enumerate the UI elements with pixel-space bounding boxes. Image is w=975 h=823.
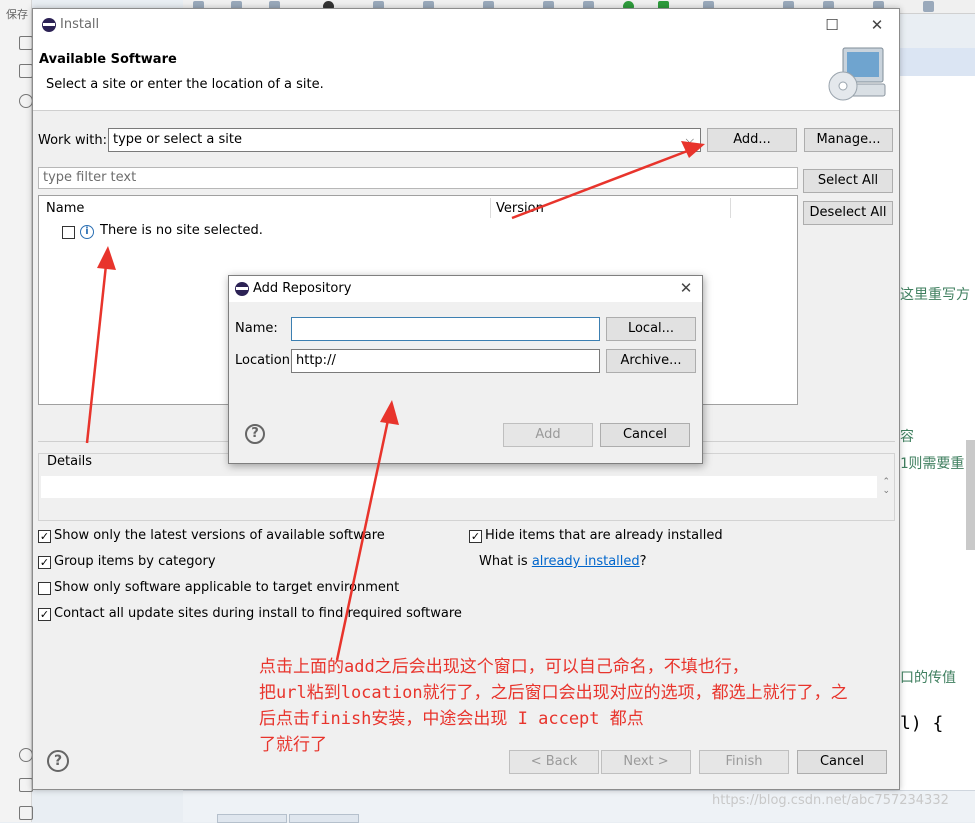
local-button[interactable]: Local... (606, 317, 696, 341)
option-checkbox-target-env[interactable] (38, 582, 51, 595)
ide-scrollbar[interactable] (966, 440, 975, 550)
maximize-icon[interactable]: ☐ (819, 13, 845, 37)
ide-target-icon[interactable] (19, 748, 33, 762)
empty-row-text: There is no site selected. (100, 223, 263, 238)
toolbar-icon[interactable] (923, 1, 934, 12)
column-header-name[interactable]: Name (46, 201, 84, 216)
option-label-hide-installed: Hide items that are already installed (485, 528, 723, 543)
install-title: Install (60, 17, 100, 32)
add-site-button[interactable]: Add... (707, 128, 797, 152)
code-line: 容 (900, 429, 914, 445)
editor-tab-strip (896, 48, 975, 76)
option-label-latest: Show only the latest versions of availab… (54, 528, 385, 543)
option-label-contact-sites: Contact all update sites during install … (54, 606, 462, 621)
eclipse-icon (42, 18, 56, 32)
column-header-version[interactable]: Version (496, 201, 544, 216)
banner-title: Available Software (39, 52, 177, 67)
filter-input[interactable]: type filter text (38, 167, 798, 189)
details-text (41, 476, 877, 498)
code-line: 这里重写方 (900, 287, 970, 303)
column-divider[interactable] (730, 198, 731, 218)
ide-panel-icon[interactable] (19, 64, 33, 78)
chevron-down-icon[interactable]: ⌵ (686, 129, 694, 151)
option-checkbox-group[interactable]: ✓ (38, 556, 51, 569)
add-repository-dialog: Add Repository ✕ Name: Local... Location… (228, 275, 703, 464)
archive-button[interactable]: Archive... (606, 349, 696, 373)
info-icon: i (80, 225, 94, 239)
row-checkbox[interactable] (62, 226, 75, 239)
install-software-icon (828, 47, 886, 101)
option-checkbox-hide-installed[interactable]: ✓ (469, 530, 482, 543)
already-installed-link[interactable]: already installed (532, 554, 640, 569)
annotation-line: 点击上面的add之后会出现这个窗口，可以自己命名，不填也行， (259, 657, 749, 677)
details-scroll-arrows[interactable]: ⌃ ⌄ (882, 478, 890, 496)
install-banner: Available Software Select a site or ente… (33, 41, 899, 111)
repo-location-label: Location: (235, 353, 295, 368)
option-checkbox-latest[interactable]: ✓ (38, 530, 51, 543)
select-all-button[interactable]: Select All (803, 169, 893, 193)
ide-save-label: 保存 (6, 8, 28, 21)
watermark: https://blog.csdn.net/abc757234332 (712, 793, 949, 808)
close-icon[interactable]: ✕ (673, 276, 699, 300)
column-divider[interactable] (490, 198, 491, 218)
option-label-target-env: Show only software applicable to target … (54, 580, 400, 595)
close-icon[interactable]: ✕ (864, 13, 890, 37)
ide-view-icon[interactable] (19, 36, 33, 50)
work-with-label: Work with: (38, 133, 108, 148)
annotation-line: 了就行了 (259, 735, 327, 755)
repo-name-input[interactable] (291, 317, 600, 341)
repo-add-button[interactable]: Add (503, 423, 593, 447)
annotation-note: 点击上面的add之后会出现这个窗口，可以自己命名，不填也行， 把url粘到loc… (259, 654, 971, 758)
help-icon[interactable]: ? (47, 750, 69, 772)
option-label-group: Group items by category (54, 554, 216, 569)
eclipse-icon (235, 282, 249, 296)
code-line: 1则需要重 (900, 456, 965, 472)
banner-subtitle: Select a site or enter the location of a… (46, 77, 324, 92)
annotation-line: 把url粘到location就行了，之后窗口会出现对应的选项，都选上就行了，之 (259, 683, 848, 703)
help-icon[interactable]: ? (245, 424, 265, 444)
option-checkbox-contact-sites[interactable]: ✓ (38, 608, 51, 621)
ide-tree-icon[interactable] (19, 778, 33, 792)
what-is-installed: What is already installed? (479, 554, 647, 569)
work-with-combo[interactable]: type or select a site ⌵ (108, 128, 701, 152)
deselect-all-button[interactable]: Deselect All (803, 201, 893, 225)
repo-location-input[interactable]: http:// (291, 349, 600, 373)
repo-cancel-button[interactable]: Cancel (600, 423, 690, 447)
manage-button[interactable]: Manage... (804, 128, 893, 152)
install-titlebar: Install ☐ ✕ (33, 9, 899, 41)
work-with-value: type or select a site (113, 132, 242, 147)
ide-eye-icon[interactable] (19, 94, 33, 108)
details-label: Details (47, 454, 93, 469)
ide-monitor-icon[interactable] (19, 806, 33, 820)
repo-title: Add Repository (253, 281, 352, 296)
annotation-line: 后点击finish安装，中途会出现 I accept 都点 (259, 709, 644, 729)
repo-titlebar: Add Repository ✕ (229, 276, 702, 302)
repo-name-label: Name: (235, 321, 278, 336)
ide-left-toolbar: 保存 (0, 0, 33, 822)
